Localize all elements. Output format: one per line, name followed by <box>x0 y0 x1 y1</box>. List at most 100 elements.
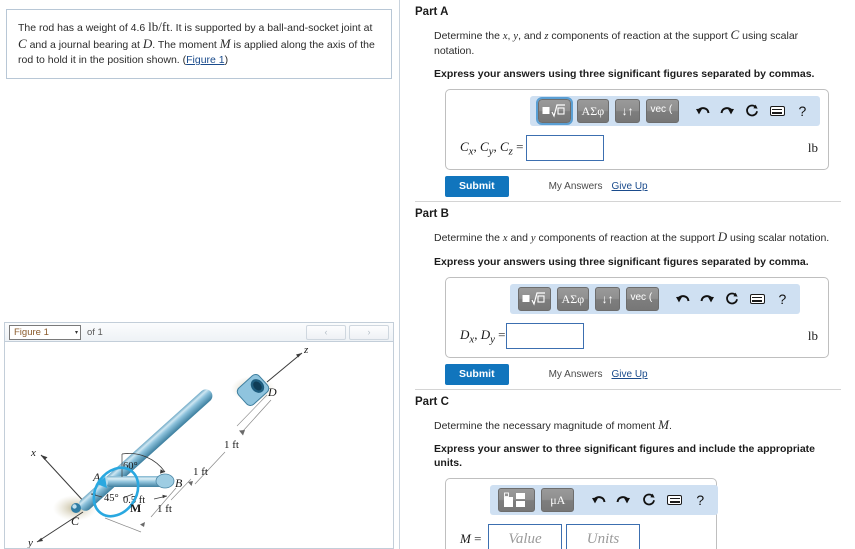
part-a-title: Part A <box>415 6 449 18</box>
undo-icon <box>675 294 690 302</box>
part-c-prompt-post: . <box>668 420 672 432</box>
part-a-prompt-pre: Determine the <box>434 30 503 42</box>
part-b-instruction: Express your answers using three signifi… <box>434 256 809 268</box>
redo-button[interactable] <box>614 489 634 511</box>
part-a-field-label: Cx, Cy, Cz = <box>460 138 524 158</box>
template-button[interactable] <box>518 287 551 311</box>
part-b-field-row: Dx, Dy = lb <box>454 323 820 349</box>
part-a-my-answers[interactable]: My Answers <box>549 181 603 192</box>
greek-symbols-label: ΑΣφ <box>561 292 585 306</box>
problem-line3-b: ) <box>224 54 229 66</box>
part-c-value-input[interactable]: Value <box>488 524 562 549</box>
template-icon <box>522 291 546 306</box>
problem-weight-units: lb/ft <box>148 19 170 34</box>
part-a-field-row: Cx, Cy, Cz = lb <box>454 135 820 161</box>
part-b-give-up[interactable]: Give Up <box>612 369 648 380</box>
figure-select-dropdown[interactable]: Figure 1 ▾ <box>9 324 81 340</box>
problem-line1-a: The rod has a weight of 4.6 <box>18 22 149 34</box>
figure-point-b-label: B <box>175 476 183 490</box>
template-icon <box>542 103 566 118</box>
undo-icon <box>695 106 710 114</box>
reset-icon <box>643 493 656 506</box>
part-c-inputs: Value Units <box>488 524 640 549</box>
part-b-title: Part B <box>415 208 449 220</box>
figure-prev-button[interactable]: ‹ <box>306 324 346 340</box>
part-a-answer-input[interactable] <box>526 135 604 161</box>
part-b-answer-box: ΑΣφ ↓↑ vec (? Dx, Dy = lb <box>445 277 829 358</box>
part-a-submit-button[interactable]: Submit <box>445 176 509 197</box>
part-b-prompt: Determine the x and y components of reac… <box>401 224 855 246</box>
part-c-moment-symbol: M <box>658 417 669 432</box>
figure-axis-y-label: y <box>27 537 33 549</box>
part-b-submit-button[interactable]: Submit <box>445 364 509 385</box>
reset-button[interactable] <box>723 288 742 310</box>
reset-button[interactable] <box>639 489 659 511</box>
redo-button[interactable] <box>698 288 717 310</box>
part-b-field-label: Dx, Dy = <box>460 326 506 346</box>
figure-canvas: z x y D C A B 60° 45° 0.5 ft M 1 ft 1 ft… <box>4 342 394 549</box>
problem-statement-text: The rod has a weight of 4.6 lb/ft. It is… <box>18 19 380 68</box>
units-button[interactable]: μA <box>541 488 575 512</box>
part-a-prompt: Determine the x, y, and z components of … <box>401 22 855 58</box>
help-button[interactable]: ? <box>793 100 812 122</box>
figure-angle-45-label: 45° <box>104 493 119 504</box>
figure-dim-1ft-lower-label: 1 ft <box>157 503 172 515</box>
help-button[interactable]: ? <box>773 288 792 310</box>
vector-button[interactable]: vec ( <box>646 99 679 123</box>
part-b-prompt-post: using scalar notation. <box>727 232 830 244</box>
figure-next-button[interactable]: › <box>349 324 389 340</box>
part-a-block: Part A Determine the x, y, and z compone… <box>401 0 855 202</box>
part-c-units-input[interactable]: Units <box>566 524 640 549</box>
subscript-superscript-label: ↓↑ <box>601 292 614 306</box>
template-button[interactable] <box>536 97 573 125</box>
vector-button[interactable]: vec ( <box>626 287 659 311</box>
part-c-value-placeholder: Value <box>508 530 542 547</box>
problem-point-c: C <box>18 36 27 51</box>
problem-point-d: D <box>142 36 153 51</box>
figure-1-link[interactable]: Figure 1 <box>186 54 225 66</box>
figure-moment-m-label: M <box>130 501 141 515</box>
greek-symbols-button[interactable]: ΑΣφ <box>556 287 590 311</box>
help-label: ? <box>798 103 807 119</box>
part-b-answer-input[interactable] <box>506 323 584 349</box>
problem-line3-a: the position shown. ( <box>89 54 187 66</box>
figure-count-label: of 1 <box>87 326 103 338</box>
redo-button[interactable] <box>718 100 737 122</box>
help-button[interactable]: ? <box>690 489 710 511</box>
keyboard-button[interactable] <box>768 100 787 122</box>
help-label: ? <box>778 291 787 307</box>
subscript-superscript-button[interactable]: ↓↑ <box>615 99 641 123</box>
reset-button[interactable] <box>743 100 762 122</box>
part-c-prompt-pre: Determine the necessary magnitude of mom… <box>434 420 659 432</box>
figure-dim-1ft-upper-label: 1 ft <box>224 439 239 451</box>
problem-line2-c: . The moment <box>152 39 220 51</box>
part-c-answer-box: μA ? M = Value Units <box>445 478 718 549</box>
part-a-give-up[interactable]: Give Up <box>612 181 648 192</box>
undo-button[interactable] <box>673 288 692 310</box>
problem-statement-box: The rod has a weight of 4.6 lb/ft. It is… <box>6 9 392 79</box>
part-a-submit-row: Submit My Answers Give Up <box>445 176 855 197</box>
subscript-superscript-button[interactable]: ↓↑ <box>595 287 621 311</box>
keyboard-icon <box>769 106 785 116</box>
keyboard-button[interactable] <box>748 288 767 310</box>
part-a-sep2: , and <box>518 30 545 42</box>
part-c-units-placeholder: Units <box>586 530 620 547</box>
template-button[interactable] <box>498 488 536 512</box>
undo-button[interactable] <box>588 489 608 511</box>
reset-icon <box>726 292 739 305</box>
part-b-my-answers[interactable]: My Answers <box>549 369 603 380</box>
part-c-instruction: Express your answer to three significant… <box>434 443 816 469</box>
problem-line2-a: a journal bearing at <box>50 39 143 51</box>
redo-icon <box>616 495 631 503</box>
keyboard-button[interactable] <box>665 489 685 511</box>
greek-symbols-button[interactable]: ΑΣφ <box>576 99 610 123</box>
problem-moment-m: M <box>219 36 231 51</box>
part-a-unit-label: lb <box>807 140 818 155</box>
problem-line1-b: . It is supported by a ball-and-socket j… <box>169 22 373 34</box>
undo-button[interactable] <box>693 100 712 122</box>
keyboard-icon <box>749 294 765 304</box>
redo-icon <box>700 294 714 302</box>
figure-point-c-label: C <box>71 514 80 528</box>
part-b-submit-row: Submit My Answers Give Up <box>445 364 855 385</box>
subscript-superscript-label: ↓↑ <box>621 104 634 118</box>
